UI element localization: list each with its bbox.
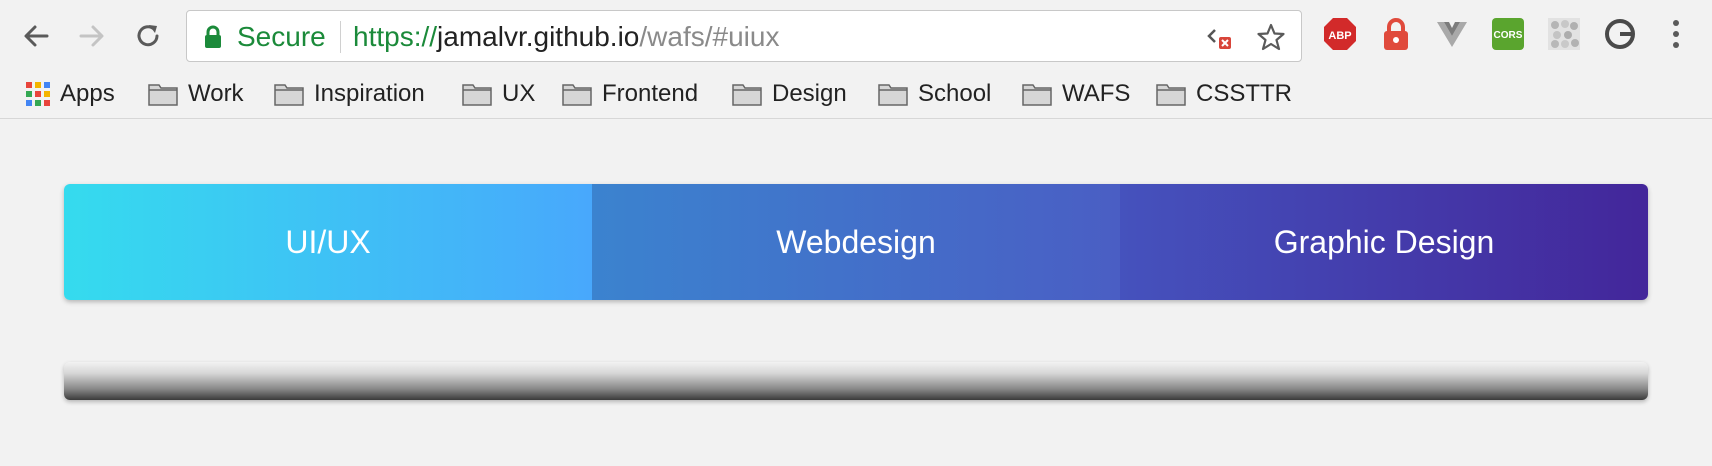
address-divider — [340, 21, 341, 53]
bookmark-label: Work — [188, 80, 244, 107]
arrow-right-icon — [79, 25, 104, 47]
url-scheme: https:// — [353, 21, 438, 52]
tab-label: UI/UX — [285, 223, 371, 260]
url-text[interactable]: https://jamalvr.github.io/wafs/#uiux — [353, 21, 779, 53]
folder-icon — [148, 84, 178, 106]
security-label: Secure — [237, 21, 326, 52]
url-host: jamalvr.github.io — [437, 21, 640, 52]
address-bar[interactable]: Secure https://jamalvr.github.io/wafs/#u… — [186, 10, 1302, 62]
bookmarks-bar: Apps Work Inspiration UX Frontend Design… — [0, 73, 1712, 119]
folder-icon — [878, 84, 908, 106]
tab-webdesign[interactable]: Webdesign — [592, 184, 1120, 300]
tab-label: Webdesign — [776, 223, 936, 260]
lock-icon — [205, 25, 221, 48]
bookmark-folder-design[interactable]: Design — [732, 77, 847, 111]
bookmark-label: CSSTTR — [1196, 80, 1292, 107]
bookmark-folder-csssttr[interactable]: CSSTTR — [1156, 77, 1292, 111]
folder-icon — [274, 84, 304, 106]
bookmark-label: Apps — [60, 80, 115, 107]
tab-label: Graphic Design — [1273, 223, 1495, 260]
bookmark-folder-frontend[interactable]: Frontend — [562, 77, 698, 111]
folder-icon — [1022, 84, 1052, 106]
tab-ui-ux[interactable]: UI/UX — [64, 184, 592, 300]
bookmark-folder-school[interactable]: School — [878, 77, 991, 111]
content-bar — [64, 362, 1648, 400]
bookmark-folder-inspiration[interactable]: Inspiration — [274, 77, 425, 111]
bookmark-label: Inspiration — [314, 80, 425, 107]
folder-icon — [1156, 84, 1186, 106]
bookmark-label: Frontend — [602, 80, 699, 107]
back-button[interactable] — [16, 16, 56, 56]
bookmark-label: Design — [772, 80, 847, 107]
bookmark-folder-wafs[interactable]: WAFS — [1022, 77, 1130, 111]
adblock-plus-icon[interactable]: ABP — [1322, 16, 1358, 52]
vue-devtools-icon[interactable] — [1434, 16, 1470, 52]
circle-extension-icon[interactable] — [1602, 16, 1638, 52]
bookmark-folder-ux[interactable]: UX — [462, 77, 535, 111]
bookmark-folder-work[interactable]: Work — [148, 77, 244, 111]
reload-icon — [137, 25, 159, 47]
star-icon[interactable] — [1257, 23, 1285, 51]
url-path: /wafs/#uiux — [639, 21, 780, 52]
category-tabs: UI/UX Webdesign Graphic Design — [64, 184, 1648, 300]
pattern-extension-icon[interactable] — [1546, 16, 1582, 52]
apps-grid-icon — [26, 82, 50, 106]
more-vert-icon — [1673, 20, 1679, 48]
forward-button[interactable] — [72, 16, 112, 56]
tab-graphic-design[interactable]: Graphic Design — [1120, 184, 1648, 300]
bookmark-label: School — [918, 80, 992, 107]
adblock-label: ABP — [1328, 30, 1351, 42]
folder-icon — [462, 84, 492, 106]
bookmark-label: WAFS — [1062, 80, 1131, 107]
menu-button[interactable] — [1658, 16, 1694, 52]
folder-icon — [562, 84, 592, 106]
blocked-script-icon[interactable] — [1205, 23, 1233, 51]
bookmark-label: UX — [502, 80, 536, 107]
cors-label: CORS — [1494, 30, 1523, 41]
arrow-left-icon — [24, 25, 49, 47]
cors-extension-icon[interactable]: CORS — [1490, 16, 1526, 52]
lock-extension-icon[interactable] — [1378, 16, 1414, 52]
folder-icon — [732, 84, 762, 106]
browser-toolbar: Secure https://jamalvr.github.io/wafs/#u… — [0, 0, 1712, 73]
reload-button[interactable] — [128, 16, 168, 56]
bookmark-apps[interactable]: Apps — [26, 77, 115, 111]
